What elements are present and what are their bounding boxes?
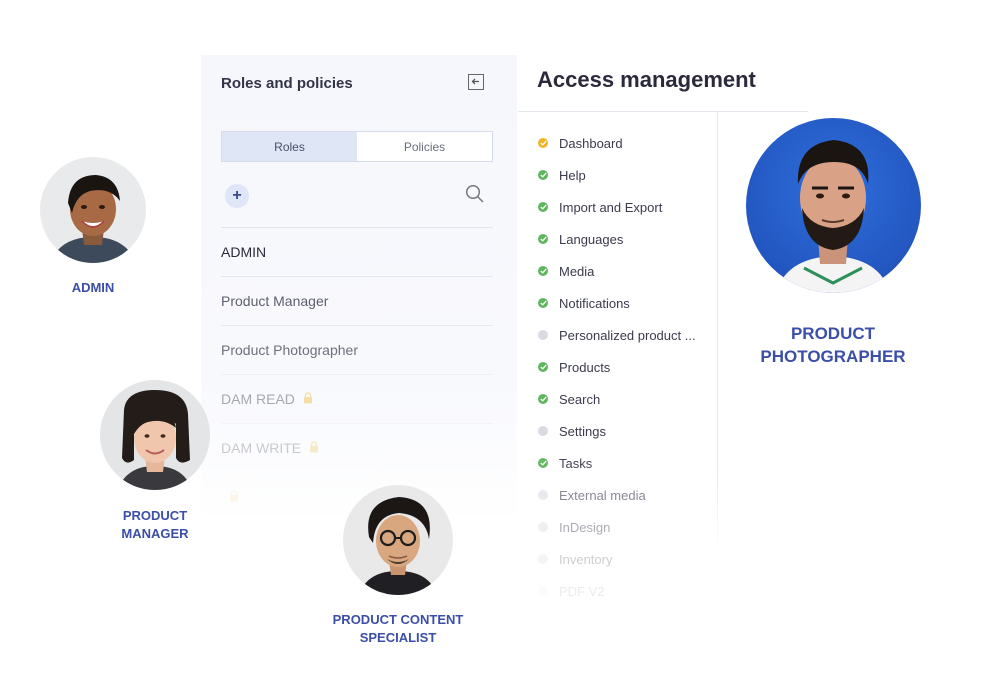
status-check-icon [538, 170, 548, 180]
role-name: DAM READ [221, 391, 295, 407]
status-check-icon [538, 362, 548, 372]
role-list: ADMIN Product Manager Product Photographer… [221, 227, 493, 521]
role-name: Product Manager [221, 293, 329, 309]
product-photographer-label: PRODUCT PHOTOGRAPHER [735, 322, 931, 368]
status-none-icon [538, 586, 548, 596]
role-row[interactable]: DAM READ [221, 374, 493, 423]
permission-label: Notifications [559, 295, 630, 311]
status-check-icon [538, 298, 548, 308]
status-check-icon [538, 394, 548, 404]
status-none-icon [538, 330, 548, 340]
access-management-title: Access management [537, 67, 756, 92]
permission-item[interactable]: InDesign [538, 511, 718, 543]
product-manager-avatar [100, 380, 210, 490]
permission-item[interactable]: Products [538, 351, 718, 383]
lock-icon [309, 440, 319, 456]
permission-label: Import and Export [559, 199, 663, 215]
permission-label: Search [559, 391, 601, 407]
role-row[interactable]: ADMIN [221, 227, 493, 276]
roles-panel: Roles and policies Roles Policies + ADMI… [201, 55, 517, 525]
search-icon[interactable] [465, 184, 485, 209]
person-label-line: PRODUCT CONTENT [332, 612, 464, 627]
permission-list: Dashboard Help Import and Export Languages M… [538, 127, 718, 607]
permission-item[interactable]: Tasks [538, 447, 718, 479]
permission-item[interactable]: Notifications [538, 287, 718, 319]
permission-label: Tasks [559, 455, 593, 471]
permission-label: Products [559, 359, 611, 375]
permission-label: InDesign [559, 519, 611, 535]
role-name: ADMIN [221, 244, 267, 260]
permission-label: Help [559, 167, 586, 183]
roles-panel-title: Roles and policies [221, 75, 353, 92]
status-none-icon [538, 522, 548, 532]
permission-label: Inventory [559, 551, 613, 567]
person-label-line: PRODUCT [790, 324, 876, 343]
permission-label: PDF V2 [559, 583, 605, 599]
permission-label: Settings [559, 423, 606, 439]
permission-item[interactable]: Search [538, 383, 718, 415]
status-check-icon [538, 202, 548, 212]
permission-item[interactable]: Dashboard [538, 127, 718, 159]
person-label-line: ADMIN [71, 280, 115, 295]
permission-label: Dashboard [559, 135, 623, 151]
status-check-icon [538, 458, 548, 468]
permission-label: External media [559, 487, 646, 503]
add-role-button[interactable]: + [225, 184, 249, 208]
permission-item[interactable]: Personalized product ... [538, 319, 718, 351]
permission-label: Personalized product ... [559, 327, 696, 343]
lock-icon [303, 391, 313, 407]
product-photographer-avatar [746, 118, 921, 293]
product-manager-label: PRODUCT MANAGER [95, 507, 215, 543]
status-none-icon [538, 554, 548, 564]
tab-policies[interactable]: Policies [357, 132, 492, 161]
status-none-icon [538, 490, 548, 500]
permission-item[interactable]: Inventory [538, 543, 718, 575]
access-header: Access management [518, 55, 808, 112]
status-check-icon [538, 138, 548, 148]
permission-label: Languages [559, 231, 624, 247]
admin-avatar [40, 157, 146, 263]
roles-policies-tabs: Roles Policies [221, 131, 493, 162]
product-content-specialist-label: PRODUCT CONTENT SPECIALIST [313, 611, 483, 647]
status-check-icon [538, 266, 548, 276]
permission-item[interactable]: External media [538, 479, 718, 511]
collapse-panel-icon[interactable] [468, 74, 484, 90]
tab-roles[interactable]: Roles [222, 132, 357, 161]
status-none-icon [538, 426, 548, 436]
permission-item[interactable]: Media [538, 255, 718, 287]
permission-item[interactable]: PDF V2 [538, 575, 718, 607]
person-label-line: MANAGER [121, 526, 189, 541]
permission-item[interactable]: Help [538, 159, 718, 191]
person-label-line: SPECIALIST [359, 630, 437, 645]
permission-item[interactable]: Settings [538, 415, 718, 447]
role-name: Product Photographer [221, 342, 358, 358]
person-label-line: PRODUCT [122, 508, 188, 523]
admin-label: ADMIN [40, 279, 146, 297]
permission-item[interactable]: Import and Export [538, 191, 718, 223]
product-content-specialist-avatar [343, 485, 453, 595]
person-label-line: PHOTOGRAPHER [760, 347, 906, 366]
role-name: DAM WRITE [221, 440, 302, 456]
role-row[interactable]: Product Photographer [221, 325, 493, 374]
permission-item[interactable]: Languages [538, 223, 718, 255]
role-row[interactable]: DAM WRITE [221, 423, 493, 472]
lock-icon [229, 489, 239, 505]
permission-label: Media [559, 263, 595, 279]
role-row[interactable]: Product Manager [221, 276, 493, 325]
status-check-icon [538, 234, 548, 244]
